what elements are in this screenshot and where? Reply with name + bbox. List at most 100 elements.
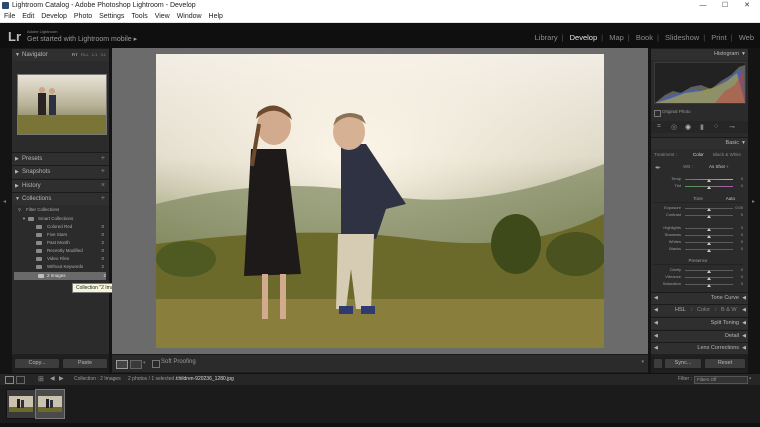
slider-whites[interactable]: Whites 0 xyxy=(653,239,743,245)
add-collection-icon[interactable]: + xyxy=(101,193,105,205)
maximize-button[interactable]: ☐ xyxy=(716,0,734,11)
lens-corrections-header[interactable]: ◀ Lens Corrections ◀ xyxy=(651,342,748,354)
slider-temp[interactable]: Temp 0 xyxy=(653,176,743,182)
menu-view[interactable]: View xyxy=(155,11,170,22)
menu-window[interactable]: Window xyxy=(177,11,202,22)
collection-recently-modified[interactable]: Recently Modified 0 xyxy=(30,247,104,255)
grid-view-icon[interactable]: ⊞ xyxy=(38,374,44,385)
reset-button[interactable]: Reset xyxy=(704,358,746,369)
mobile-promo-link[interactable]: Get started with Lightroom mobile ▸ xyxy=(27,35,137,43)
module-print[interactable]: Print xyxy=(711,33,726,42)
module-library[interactable]: Library xyxy=(535,33,558,42)
white-balance-picker-icon[interactable]: ✒ xyxy=(655,164,661,172)
collection-2-images[interactable]: 2 Images 2 xyxy=(14,272,106,280)
back-arrow-icon[interactable]: ◀ xyxy=(50,374,55,385)
right-collapse-arrow-icon[interactable]: ▸ xyxy=(752,198,755,205)
crop-tool-icon[interactable]: ⌗ xyxy=(657,123,661,131)
copy-button[interactable]: Copy... xyxy=(14,358,60,369)
collections-header[interactable]: ▼ Collections + xyxy=(12,192,109,205)
original-photo-checkbox[interactable] xyxy=(654,110,661,117)
menu-photo[interactable]: Photo xyxy=(74,11,92,22)
minimize-button[interactable]: — xyxy=(694,0,712,11)
filmstrip-thumbnail[interactable] xyxy=(6,389,36,419)
navigator-header[interactable]: ▼ Navigator FIT FILL 1:1 3:1 xyxy=(12,48,109,61)
wb-dropdown[interactable]: As Shot ÷ xyxy=(709,164,728,169)
history-header[interactable]: ▶ History × xyxy=(12,179,109,192)
presets-header[interactable]: ▶ Presets + xyxy=(12,152,109,165)
graduated-filter-icon[interactable]: ▮ xyxy=(700,123,704,131)
bw-tab[interactable]: B & W xyxy=(721,305,737,316)
filmstrip-source[interactable]: Collection : 2 Images xyxy=(74,374,121,385)
basic-header[interactable]: Basic ▼ xyxy=(651,137,748,149)
module-map[interactable]: Map xyxy=(609,33,624,42)
module-slideshow[interactable]: Slideshow xyxy=(665,33,699,42)
left-panel-edge[interactable]: ◂ xyxy=(0,48,12,373)
collection-colored-red[interactable]: Colored Red 0 xyxy=(30,223,104,231)
add-preset-icon[interactable]: + xyxy=(101,153,105,165)
filter-dropdown[interactable]: Filters Off xyxy=(694,376,748,384)
radial-filter-icon[interactable]: ○ xyxy=(714,123,718,130)
screen-1-icon[interactable] xyxy=(5,376,14,384)
tone-curve-header[interactable]: ◀ Tone Curve ◀ xyxy=(651,292,748,304)
slider-highlights[interactable]: Highlights 0 xyxy=(653,225,743,231)
treatment-black-white[interactable]: Black & White xyxy=(713,152,741,157)
toolbar-menu-icon[interactable]: ▾ xyxy=(641,359,644,365)
before-after-view-icon[interactable] xyxy=(130,360,142,369)
collection-without-keywords[interactable]: Without Keywords 2 xyxy=(30,263,104,271)
view-dropdown-icon[interactable]: ▾ xyxy=(143,360,146,366)
navigator-preview[interactable] xyxy=(17,74,107,135)
paste-button[interactable]: Paste xyxy=(62,358,108,369)
auto-tone-button[interactable]: Auto xyxy=(726,195,735,202)
left-collapse-arrow-icon[interactable]: ◂ xyxy=(3,198,6,205)
slider-vibrance[interactable]: Vibrance 0 xyxy=(653,274,743,280)
smart-collections-folder[interactable]: ▼ Smart Collections xyxy=(22,215,106,223)
collection-five-stars[interactable]: Five Stars 0 xyxy=(30,231,104,239)
clear-history-icon[interactable]: × xyxy=(101,180,105,192)
loupe-view-icon[interactable] xyxy=(116,360,128,369)
module-book[interactable]: Book xyxy=(636,33,653,42)
add-snapshot-icon[interactable]: + xyxy=(101,166,105,178)
detail-header[interactable]: ◀ Detail ◀ xyxy=(651,330,748,342)
filmstrip-thumbnail-selected[interactable] xyxy=(35,389,65,419)
sync-button[interactable]: Sync... xyxy=(664,358,702,369)
slider-contrast[interactable]: Contrast 0 xyxy=(653,212,743,218)
hsl-tab[interactable]: HSL xyxy=(675,305,686,316)
forward-arrow-icon[interactable]: ▶ xyxy=(59,374,64,385)
filter-lock-icon[interactable]: ▪ xyxy=(749,374,751,385)
slider-shadows[interactable]: Shadows 0 xyxy=(653,232,743,238)
close-button[interactable]: ✕ xyxy=(738,0,756,11)
module-web[interactable]: Web xyxy=(739,33,754,42)
filter-collections-row[interactable]: ⚲ Filter Collections xyxy=(16,206,106,214)
slider-clarity[interactable]: Clarity 0 xyxy=(653,267,743,273)
collection-past-month[interactable]: Past Month 2 xyxy=(30,239,104,247)
histogram-header[interactable]: Histogram ▼ xyxy=(651,48,748,60)
color-tab[interactable]: Color xyxy=(697,305,710,316)
menu-help[interactable]: Help xyxy=(209,11,223,22)
menu-edit[interactable]: Edit xyxy=(22,11,34,22)
snapshots-header[interactable]: ▶ Snapshots + xyxy=(12,165,109,178)
zoom-fit[interactable]: FIT xyxy=(72,52,78,57)
right-panel-edge[interactable]: ▸ xyxy=(748,48,760,373)
slider-tint[interactable]: Tint 0 xyxy=(653,183,743,189)
sync-toggle[interactable] xyxy=(653,358,663,369)
module-develop[interactable]: Develop xyxy=(570,33,598,42)
red-eye-icon[interactable]: ◉ xyxy=(685,123,691,131)
collection-video-files[interactable]: Video Files 0 xyxy=(30,255,104,263)
slider-exposure[interactable]: Exposure 0.00 xyxy=(653,205,743,211)
develop-photo[interactable] xyxy=(156,54,604,348)
zoom-fill[interactable]: FILL xyxy=(81,52,89,57)
zoom-3-1[interactable]: 3:1 xyxy=(100,52,106,57)
soft-proofing-checkbox[interactable] xyxy=(152,360,160,368)
adjustment-brush-icon[interactable]: ⊸ xyxy=(729,123,735,131)
zoom-1-1[interactable]: 1:1 xyxy=(92,52,98,57)
menu-file[interactable]: File xyxy=(4,11,15,22)
menu-develop[interactable]: Develop xyxy=(41,11,67,22)
treatment-color[interactable]: Color xyxy=(693,152,704,157)
slider-saturation[interactable]: Saturation 0 xyxy=(653,281,743,287)
bottom-panel-edge[interactable] xyxy=(0,423,760,427)
spot-removal-icon[interactable]: ◎ xyxy=(671,123,677,131)
hsl-header[interactable]: ◀ HSL / Color / B & W ◀ xyxy=(651,304,748,316)
menu-tools[interactable]: Tools xyxy=(131,11,147,22)
screen-2-icon[interactable] xyxy=(16,376,25,384)
slider-blacks[interactable]: Blacks 0 xyxy=(653,246,743,252)
